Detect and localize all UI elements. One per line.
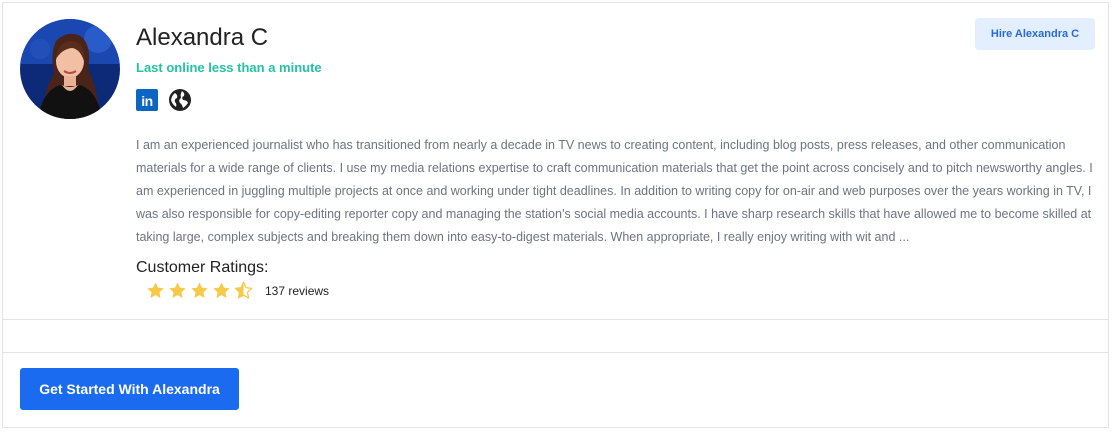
social-links: in bbox=[136, 88, 192, 112]
customer-ratings-label: Customer Ratings: bbox=[136, 259, 269, 276]
star-rating: 137 reviews bbox=[146, 281, 329, 300]
linkedin-icon[interactable]: in bbox=[136, 89, 158, 111]
star-half-icon bbox=[234, 281, 253, 299]
globe-icon[interactable] bbox=[168, 88, 192, 112]
online-status: Last online less than a minute bbox=[136, 60, 322, 75]
star-icon bbox=[147, 282, 164, 298]
profile-card: Alexandra C Last online less than a minu… bbox=[2, 2, 1109, 428]
hire-button[interactable]: Hire Alexandra C bbox=[975, 18, 1095, 50]
divider bbox=[3, 319, 1108, 320]
get-started-button[interactable]: Get Started With Alexandra bbox=[20, 368, 239, 410]
star-icon bbox=[191, 282, 208, 298]
review-count[interactable]: 137 reviews bbox=[265, 284, 329, 298]
avatar bbox=[20, 19, 120, 119]
profile-name: Alexandra C bbox=[136, 24, 269, 51]
star-icon bbox=[213, 282, 230, 298]
divider bbox=[3, 352, 1108, 353]
star-icon bbox=[169, 282, 186, 298]
profile-bio: I am an experienced journalist who has t… bbox=[136, 138, 1093, 244]
